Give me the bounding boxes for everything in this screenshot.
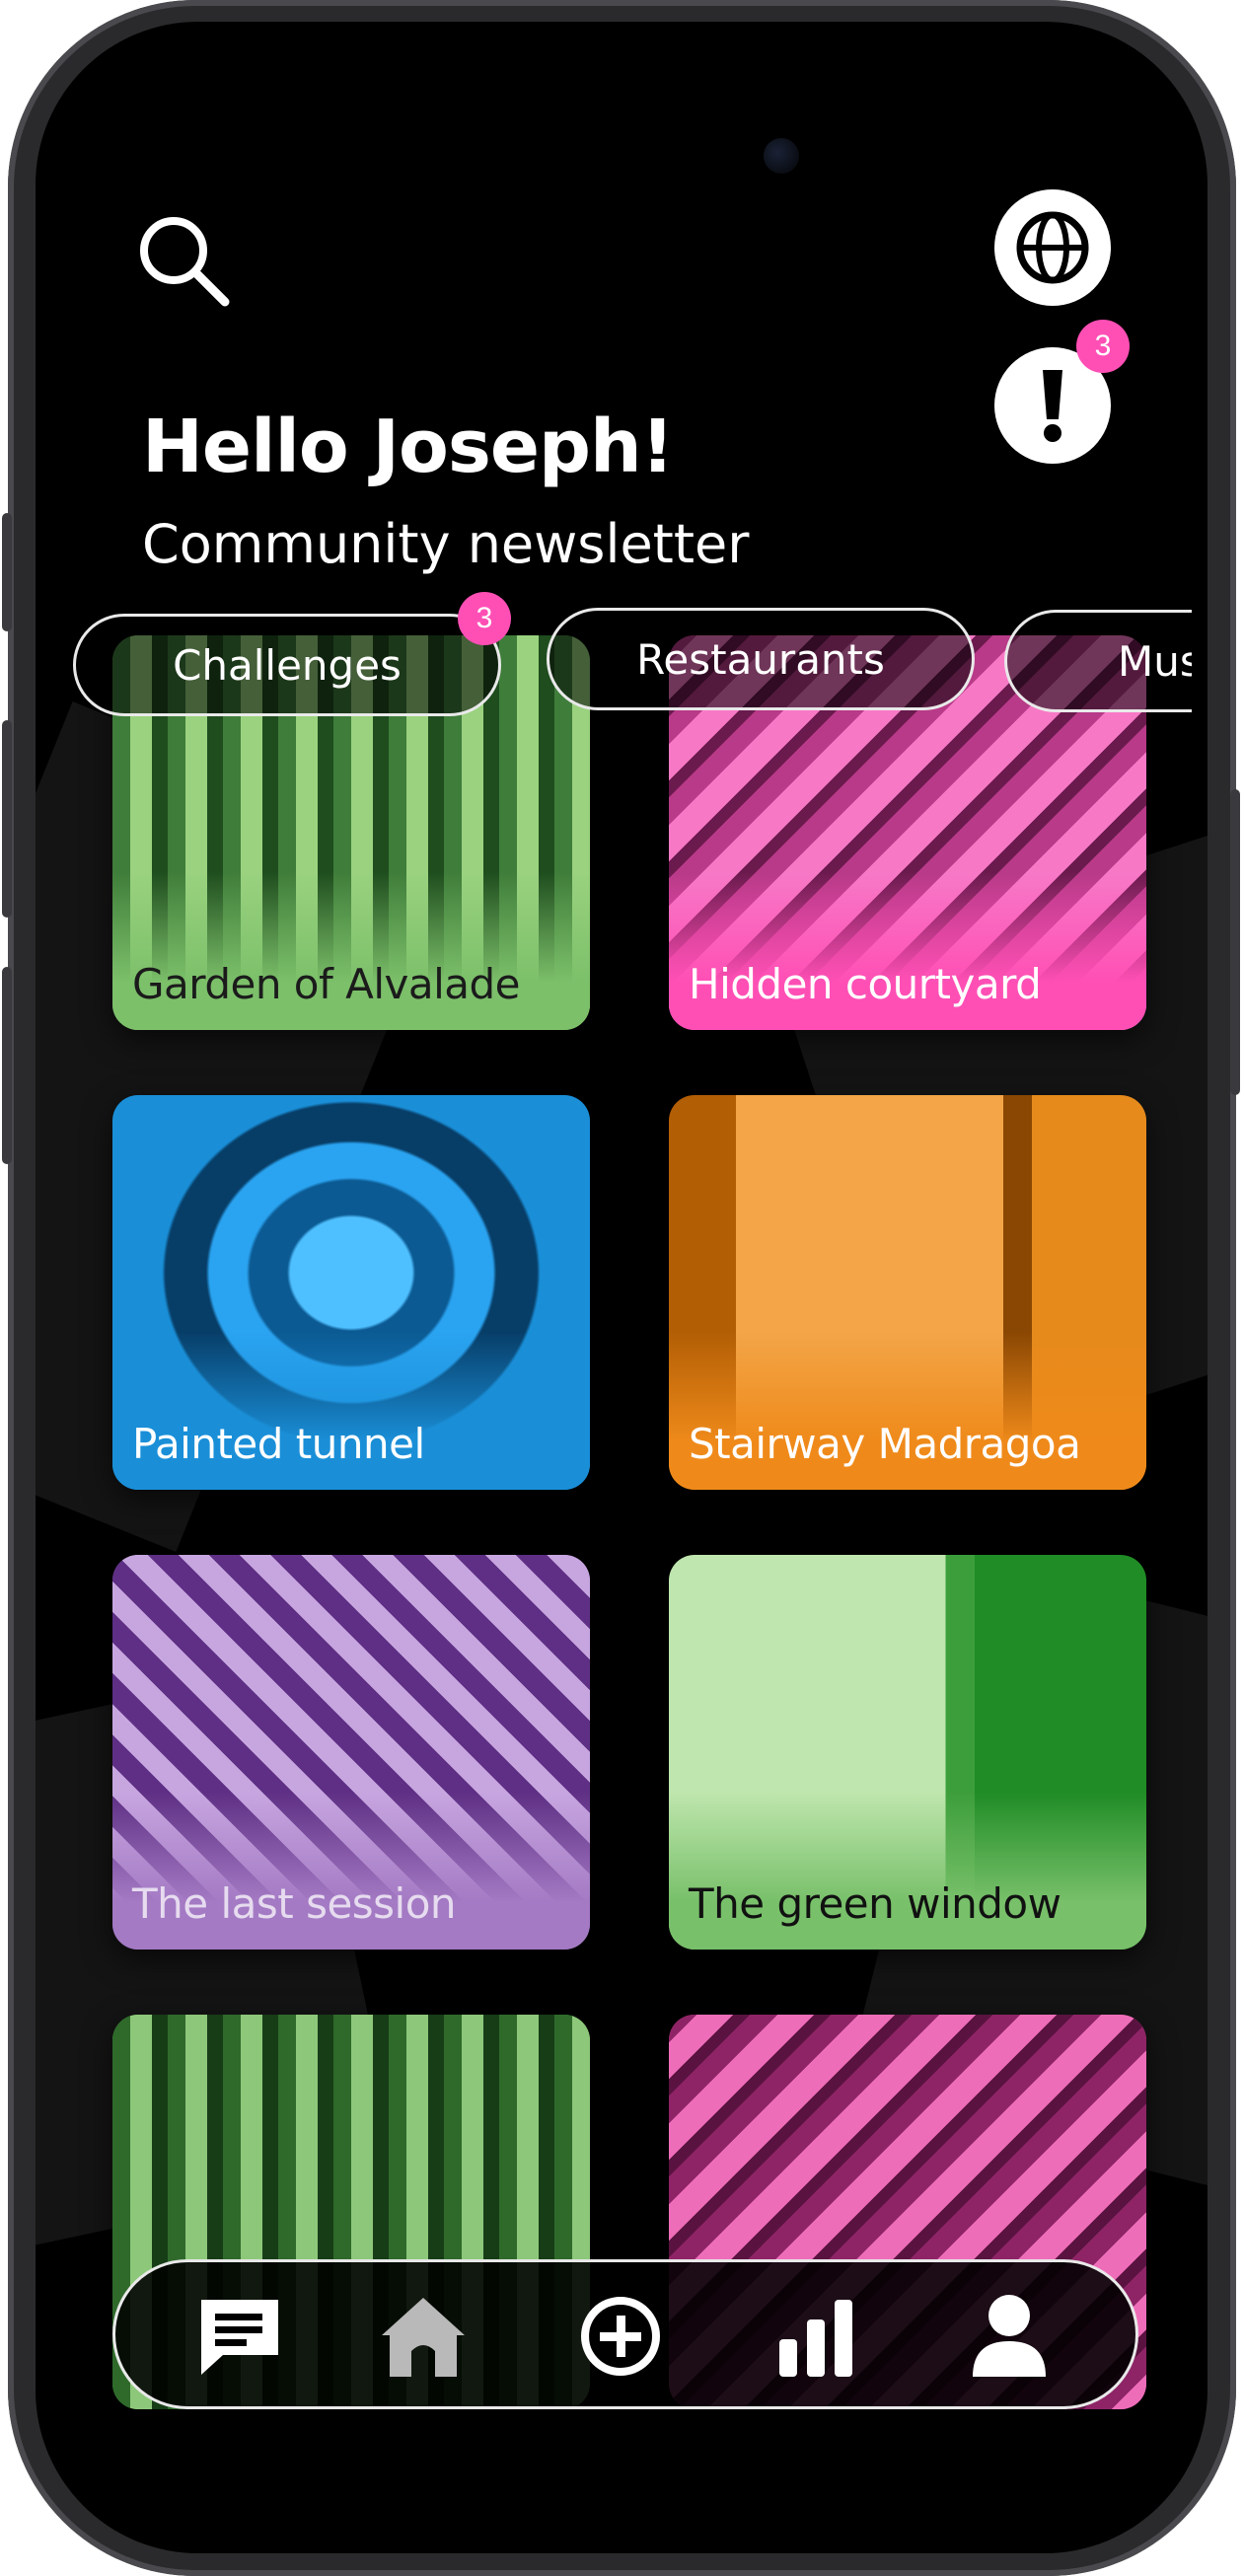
profile-icon <box>973 2295 1046 2377</box>
chip-label: Challenges <box>173 640 402 690</box>
nav-add[interactable] <box>573 2292 668 2381</box>
search-icon[interactable] <box>134 211 233 310</box>
front-camera <box>764 138 799 174</box>
home-icon <box>382 2298 465 2377</box>
power-button <box>1230 789 1240 1095</box>
chip-label: Mus <box>1118 636 1202 686</box>
card-title: Hidden courtyard <box>689 960 1042 1008</box>
greeting-title: Hello Joseph! <box>142 405 674 489</box>
card-stairway-madragoa[interactable]: Stairway Madragoa <box>669 1095 1146 1490</box>
card-the-last-session[interactable]: The last session <box>112 1555 590 1950</box>
phone-frame: 3 Hello Joseph! Community newsletter Gar… <box>2 0 1240 2576</box>
app-screen: 3 Hello Joseph! Community newsletter Gar… <box>36 22 1207 2553</box>
newsletter-subtitle: Community newsletter <box>142 513 750 575</box>
chip-label: Restaurants <box>636 634 885 684</box>
card-title: The green window <box>689 1879 1061 1928</box>
chat-icon <box>201 2300 278 2375</box>
nav-profile[interactable] <box>962 2292 1057 2381</box>
bottom-nav <box>112 2259 1138 2409</box>
chip-museums[interactable]: Mus <box>1004 610 1207 712</box>
card-painted-tunnel[interactable]: Painted tunnel <box>112 1095 590 1490</box>
volume-button <box>2 720 12 918</box>
card-title: Garden of Alvalade <box>132 960 521 1008</box>
chip-badge: 3 <box>458 592 511 645</box>
nav-chat[interactable] <box>192 2292 287 2381</box>
card-title: Painted tunnel <box>132 1420 425 1468</box>
nav-home[interactable] <box>376 2292 471 2381</box>
add-icon <box>581 2297 660 2376</box>
nav-stats[interactable] <box>768 2292 863 2381</box>
stats-icon <box>779 2300 852 2377</box>
notification-badge: 3 <box>1076 320 1130 373</box>
chip-row-edge <box>1192 594 1207 732</box>
card-title: The last session <box>132 1879 457 1928</box>
chip-challenges[interactable]: Challenges <box>73 614 501 716</box>
volume-button <box>2 513 12 631</box>
card-title: Stairway Madragoa <box>689 1420 1081 1468</box>
volume-button <box>2 967 12 1164</box>
chip-restaurants[interactable]: Restaurants <box>547 608 975 710</box>
globe-icon[interactable] <box>994 189 1111 306</box>
card-the-green-window[interactable]: The green window <box>669 1555 1146 1950</box>
